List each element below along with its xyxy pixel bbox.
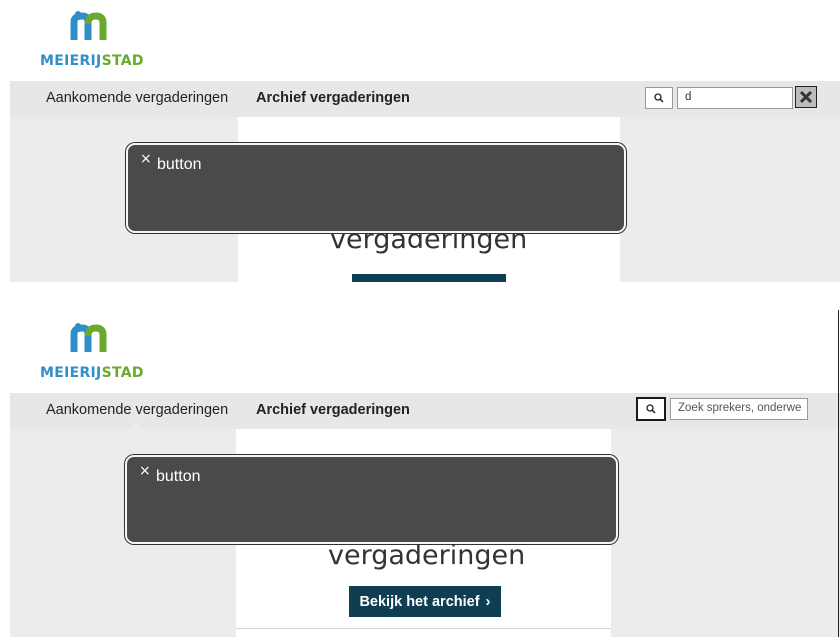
logo-wordmark-part2: STAD [101,53,144,69]
logo-wordmark: MEIERIJSTAD [40,365,144,381]
logo-wordmark-part1: MEIERIJ [40,365,102,381]
main-navigation: Aankomende vergaderingen Archief vergade… [10,81,840,117]
close-icon[interactable]: × [140,151,152,167]
meierijstad-logo[interactable]: MEIERIJSTAD [40,322,160,384]
chevron-right-icon: › [485,593,491,610]
element-tooltip-overlay: × button [126,143,626,233]
background-panel-right [620,117,840,282]
view-archive-button-label: Bekijk het archief [359,593,480,610]
card-divider [236,628,611,629]
search-input[interactable]: Zoek sprekers, onderwe [670,398,808,420]
meierijstad-logo-icon [70,11,107,40]
meierijstad-logo[interactable]: MEIERIJSTAD [40,10,160,72]
clear-search-button[interactable] [795,86,817,108]
overlay-label: button [157,156,202,173]
window-edge [838,310,839,637]
overlay-label: button [156,468,201,485]
nav-upcoming-meetings[interactable]: Aankomende vergaderingen [46,402,228,418]
search-icon [654,93,664,103]
archive-card-title: vergaderingen [328,540,526,571]
logo-wordmark: MEIERIJSTAD [40,53,144,69]
view-archive-button[interactable]: Bekijk het archief › [349,586,501,617]
logo-wordmark-part1: MEIERIJ [40,53,102,69]
meierijstad-logo-icon [70,323,107,352]
nav-archive-meetings[interactable]: Archief vergaderingen [256,90,410,106]
nav-upcoming-meetings[interactable]: Aankomende vergaderingen [46,90,228,106]
logo-wordmark-part2: STAD [101,365,144,381]
screenshot-top: MEIERIJSTAD Aankomende vergaderingen Arc… [0,0,840,282]
search-button[interactable] [636,397,666,421]
close-icon[interactable]: × [139,463,151,479]
background-panel-right [611,429,840,637]
nav-archive-meetings[interactable]: Archief vergaderingen [256,402,410,418]
search-button[interactable] [645,87,673,109]
clear-icon [799,90,813,104]
main-navigation: Aankomende vergaderingen Archief vergade… [10,393,840,429]
search-icon [646,404,656,414]
search-input[interactable]: d [677,87,793,109]
screenshot-bottom: MEIERIJSTAD Aankomende vergaderingen Arc… [0,310,840,637]
view-archive-button[interactable] [352,274,506,282]
element-tooltip-overlay: × button [125,455,618,544]
